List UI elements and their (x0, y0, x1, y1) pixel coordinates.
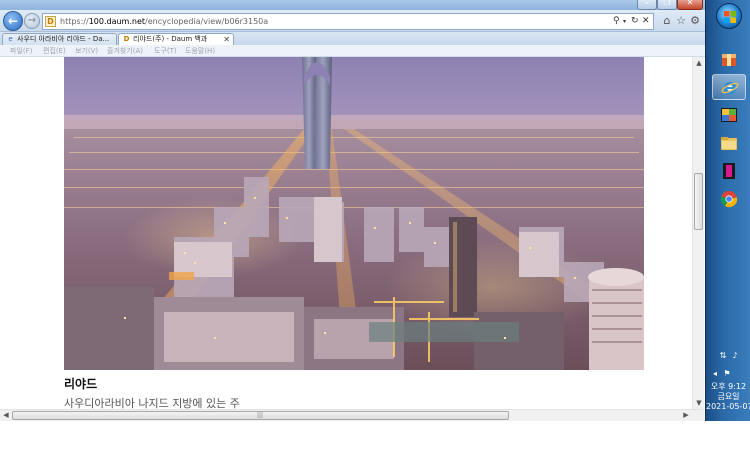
close-window-button[interactable]: ✕ (677, 0, 703, 10)
riyadh-city-photo (64, 57, 644, 370)
daum-favicon-icon: D (45, 16, 56, 27)
grip-icon: ||| (257, 412, 264, 419)
taskbar-app-package[interactable] (712, 46, 746, 72)
restore-icon: ❐ (663, 0, 671, 7)
horizontal-scrollbar[interactable]: ◀ ||| ▶ (0, 409, 704, 421)
favorites-star-icon[interactable]: ☆ (675, 15, 687, 27)
restore-button[interactable]: ❐ (657, 0, 677, 10)
url-text[interactable]: https://100.daum.net/encyclopedia/view/b… (60, 16, 268, 28)
menu-tools[interactable]: 도구(T) (154, 46, 177, 56)
address-bar[interactable]: D https://100.daum.net/encyclopedia/view… (42, 13, 654, 30)
clock-weekday: 금요일 (717, 392, 740, 401)
taskbar-app-file-explorer[interactable] (712, 130, 746, 156)
article-title[interactable]: 리야드 (64, 375, 97, 392)
title-bar: – ❐ ✕ (0, 0, 705, 10)
tab-label: 리야드(주) - Daum 백과 (133, 35, 208, 43)
back-button[interactable]: ← (3, 11, 23, 31)
minimize-button[interactable]: – (637, 0, 657, 10)
folder-icon (721, 137, 737, 150)
clock-date: 2021-05-07 (706, 402, 750, 411)
start-button[interactable] (716, 3, 742, 29)
navigation-bar: ← → D https://100.daum.net/encyclopedia/… (0, 10, 705, 32)
menu-help[interactable]: 도움말(H) (185, 46, 215, 56)
horizontal-scroll-thumb[interactable]: ||| (12, 411, 509, 420)
home-icon[interactable]: ⌂ (661, 15, 673, 27)
forward-button[interactable]: → (24, 13, 40, 29)
url-host: 100.daum.net (88, 17, 146, 26)
taskbar-app-chrome[interactable] (712, 186, 746, 212)
clock-time: 오후 9:12 (710, 382, 747, 391)
menu-file[interactable]: 파일(F) (10, 46, 32, 56)
windows-logo-icon (724, 11, 736, 23)
chrome-icon (720, 191, 738, 208)
close-icon: ✕ (686, 0, 694, 7)
refresh-icon[interactable]: ↻ (631, 15, 639, 28)
tab-label: 사우디 아라비아 리야드 - Da... (17, 35, 110, 43)
package-icon (722, 54, 736, 66)
url-scheme: https:// (60, 17, 89, 26)
vertical-scrollbar[interactable]: ▲ ▼ (692, 57, 704, 409)
taskbar: ⇅ ♪ ◂ ⚑ 오후 9:12 금요일 2021-05-07 (705, 0, 750, 421)
show-hidden-icons-icon[interactable]: ◂ (710, 369, 720, 379)
network-icon[interactable]: ⇅ (718, 351, 728, 361)
scroll-right-icon[interactable]: ▶ (680, 410, 692, 421)
sound-icon[interactable]: ♪ (730, 351, 740, 361)
vertical-scroll-thumb[interactable] (694, 173, 703, 230)
taskbar-clock[interactable]: 오후 9:12 금요일 2021-05-07 (706, 382, 750, 412)
settings-gear-icon[interactable]: ⚙ (689, 15, 701, 27)
menu-favorites[interactable]: 즐겨찾기(A) (107, 46, 143, 56)
stop-icon[interactable]: ✕ (642, 15, 650, 28)
forward-arrow-icon: → (27, 15, 37, 26)
internet-explorer-icon (721, 82, 739, 94)
url-path: /encyclopedia/view/b06r3150a (145, 17, 269, 26)
page-content: 리야드 사우디아라비아 나지드 지방에 있는 주 (0, 57, 692, 409)
tab-saudi-riyadh[interactable]: e 사우디 아라비아 리야드 - Da... (2, 33, 117, 45)
scroll-down-icon[interactable]: ▼ (693, 397, 705, 409)
taskbar-app-photo-viewer[interactable] (712, 102, 746, 128)
article-description: 사우디아라비아 나지드 지방에 있는 주 (64, 397, 240, 409)
minimize-icon: – (645, 0, 649, 7)
back-arrow-icon: ← (7, 14, 19, 28)
browser-window: – ❐ ✕ ← → D https://100.daum.net/encyclo… (0, 0, 705, 421)
menu-bar: 파일(F) 편집(E) 보기(V) 즐겨찾기(A) 도구(T) 도움말(H) (0, 45, 705, 57)
taskbar-app-media[interactable] (712, 158, 746, 184)
photo-viewer-icon (721, 108, 737, 122)
tab-riyadh-daum[interactable]: D 리야드(주) - Daum 백과 ✕ (118, 33, 234, 45)
close-tab-icon[interactable]: ✕ (223, 34, 230, 45)
daum-favicon-icon: D (123, 35, 130, 43)
tab-bar: e 사우디 아라비아 리야드 - Da... D 리야드(주) - Daum 백… (0, 32, 705, 45)
ie-page-icon: e (8, 35, 13, 43)
menu-edit[interactable]: 편집(E) (43, 46, 66, 56)
scroll-left-icon[interactable]: ◀ (0, 410, 12, 421)
taskbar-app-internet-explorer[interactable] (712, 74, 746, 100)
screen: – ❐ ✕ ← → D https://100.daum.net/encyclo… (0, 0, 750, 472)
search-icon[interactable]: ⚲ (613, 15, 620, 28)
action-center-flag-icon[interactable]: ⚑ (722, 369, 732, 379)
blank-area (0, 421, 750, 472)
media-app-icon (723, 163, 735, 179)
scroll-up-icon[interactable]: ▲ (693, 57, 705, 69)
dropdown-icon[interactable]: ▾ (623, 15, 626, 28)
menu-view[interactable]: 보기(V) (75, 46, 98, 56)
